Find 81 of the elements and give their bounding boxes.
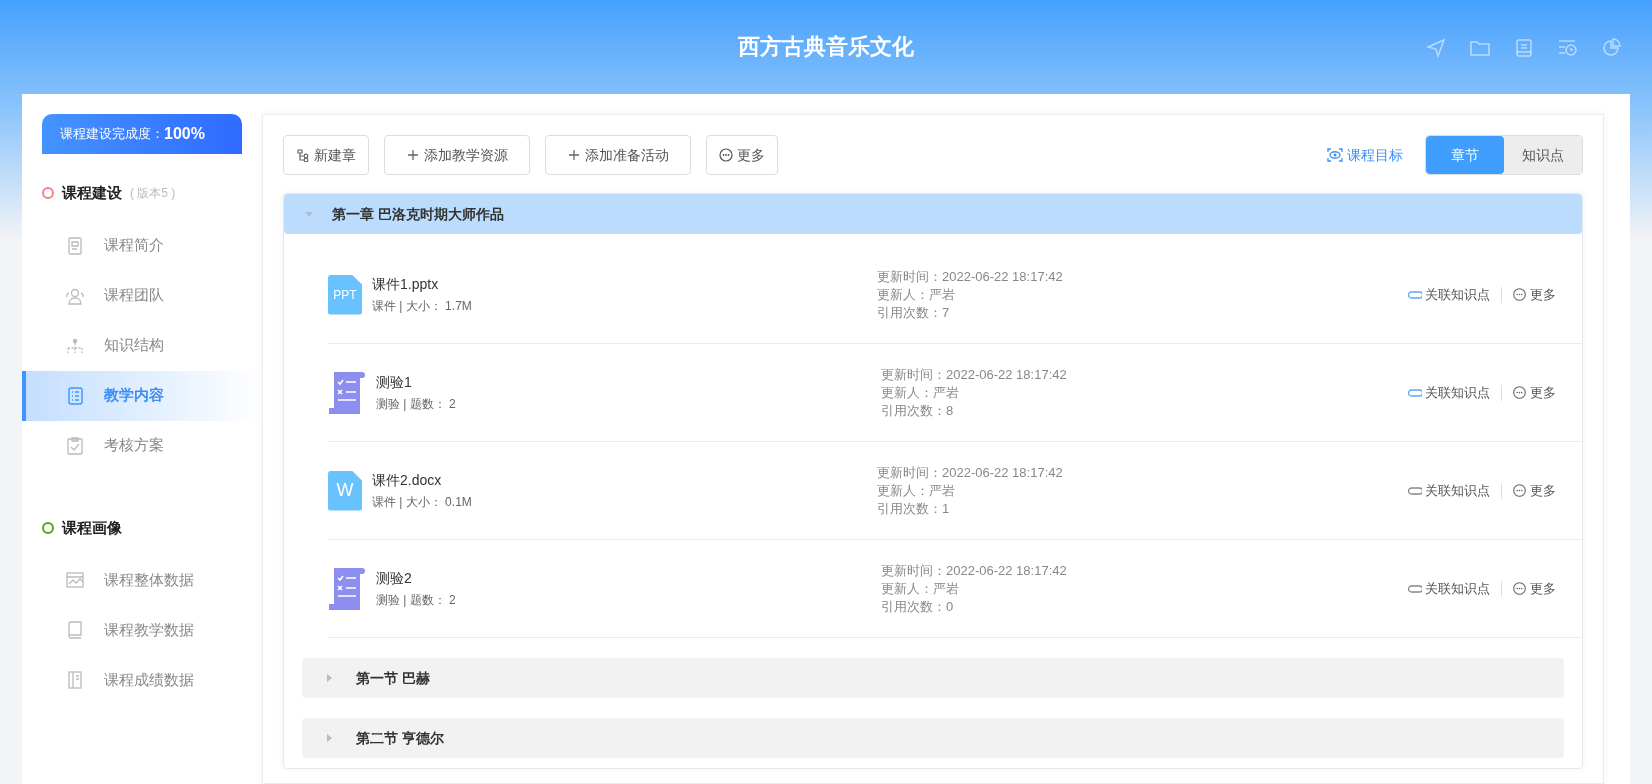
section-header[interactable]: 第二节 亨德尔 (302, 718, 1564, 758)
plus-icon (406, 148, 420, 162)
view-tab[interactable]: 知识点 (1504, 136, 1582, 174)
sidebar-item[interactable]: 课程简介 (22, 220, 262, 271)
toolbar-button[interactable]: 添加准备活动 (545, 135, 691, 175)
caret-icon (324, 673, 334, 683)
updater: 更新人：严岩 (881, 383, 960, 402)
sidebar-item[interactable]: 课程团队 (22, 270, 262, 321)
caret-icon (324, 733, 334, 743)
reference-count: 引用次数：8 (881, 401, 955, 420)
resource-name: 测验1 (376, 373, 413, 392)
resource-meta: 测验 | 题数： 2 (376, 396, 457, 413)
eye-icon (1327, 148, 1343, 162)
more-icon (1513, 582, 1526, 595)
caret-icon (304, 209, 314, 219)
document-icon (66, 236, 84, 255)
resource-name: 课件1.pptx (372, 275, 440, 294)
update-time: 更新时间：2022-06-22 18:17:42 (877, 463, 1064, 482)
plus-icon (567, 148, 581, 162)
more-button[interactable]: 更多 (1513, 578, 1556, 599)
word-file-icon: W (328, 470, 362, 511)
update-time: 更新时间：2022-06-22 18:17:42 (881, 365, 1068, 384)
resource-meta: 测验 | 题数： 2 (376, 592, 457, 609)
resource-meta: 课件 | 大小： 0.1M (372, 494, 473, 511)
resource-name: 课件2.docx (372, 471, 443, 490)
sidebar-item[interactable]: 知识结构 (22, 320, 262, 371)
clipboard-check-icon (66, 436, 84, 455)
book-icon (66, 621, 84, 639)
group-title: 课程建设 (62, 183, 122, 203)
sidebar-item[interactable]: 考核方案 (22, 420, 262, 471)
clock-list-icon (1558, 38, 1578, 58)
link-knowledge-button[interactable]: 关联知识点 (1408, 578, 1490, 599)
image-chart-icon (66, 571, 84, 589)
section-header[interactable]: 第一节 巴赫 (302, 658, 1564, 698)
send-icon (1426, 38, 1446, 58)
section-title: 第二节 亨德尔 (356, 728, 444, 748)
resource-meta: 课件 | 大小： 1.7M (372, 298, 473, 315)
pie-chart-icon (1602, 38, 1622, 58)
list-icon (66, 386, 84, 405)
hierarchy-icon (66, 336, 84, 355)
document-icon (1514, 38, 1534, 58)
more-icon (1513, 288, 1526, 301)
hierarchy-icon (296, 148, 310, 162)
sidebar-item[interactable]: 课程整体数据 (22, 555, 262, 605)
more-button[interactable]: 更多 (1513, 382, 1556, 403)
chapter-title: 第一章 巴洛克时期大师作品 (332, 204, 504, 224)
updater: 更新人：严岩 (881, 579, 960, 598)
more-button[interactable]: 更多 (1513, 284, 1556, 305)
more-icon (719, 148, 733, 162)
ppt-file-icon: PPT (328, 274, 362, 315)
update-time: 更新时间：2022-06-22 18:17:42 (881, 561, 1068, 580)
reference-count: 引用次数：7 (877, 303, 951, 322)
page-title: 西方古典音乐文化 (738, 33, 914, 61)
toolbar-button[interactable]: 更多 (706, 135, 778, 175)
updater: 更新人：严岩 (877, 481, 956, 500)
reference-count: 引用次数：0 (881, 597, 955, 616)
more-button[interactable]: 更多 (1513, 480, 1556, 501)
group-title: 课程画像 (62, 517, 122, 538)
update-time: 更新时间：2022-06-22 18:17:42 (877, 267, 1064, 286)
toolbar-button[interactable]: 添加教学资源 (384, 135, 530, 175)
notebook-icon (66, 671, 84, 689)
quiz-scroll-icon (328, 565, 366, 612)
people-icon (66, 286, 84, 305)
quiz-scroll-icon (328, 369, 366, 416)
more-icon (1513, 484, 1526, 497)
more-icon (1513, 386, 1526, 399)
completion-value: 100% (164, 124, 205, 144)
folder-icon (1470, 38, 1490, 58)
reference-count: 引用次数：1 (877, 499, 951, 518)
link-knowledge-button[interactable]: 关联知识点 (1408, 382, 1490, 403)
version-note: ( 版本5 ) (130, 185, 176, 203)
sidebar-item[interactable]: 课程成绩数据 (22, 655, 262, 705)
link-knowledge-button[interactable]: 关联知识点 (1408, 480, 1490, 501)
sidebar-item[interactable]: 课程教学数据 (22, 605, 262, 655)
completion-label: 课程建设完成度： (60, 125, 164, 144)
toolbar-button[interactable]: 新建章 (283, 135, 369, 175)
chapter-header[interactable]: 第一章 巴洛克时期大师作品 (284, 194, 1582, 234)
resource-name: 测验2 (376, 569, 413, 588)
updater: 更新人：严岩 (877, 285, 956, 304)
link-knowledge-button[interactable]: 关联知识点 (1408, 284, 1490, 305)
section-title: 第一节 巴赫 (356, 668, 430, 688)
